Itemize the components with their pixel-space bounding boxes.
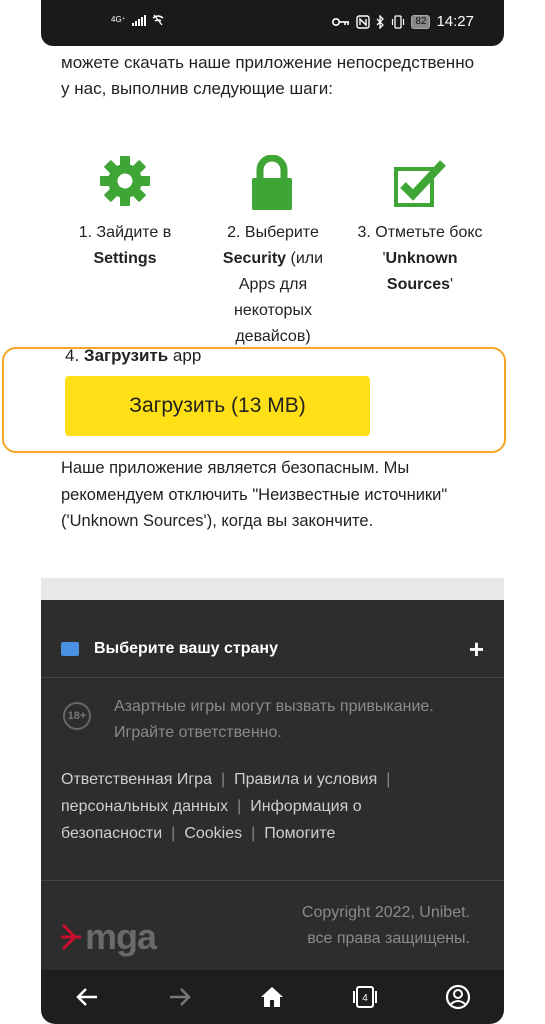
step-3: 3. Отметьте бокс 'Unknown Sources' bbox=[355, 220, 485, 298]
profile-button[interactable] bbox=[438, 977, 478, 1017]
step-2: 2. Выберите Security (или Apps для некот… bbox=[211, 220, 335, 350]
copyright: Copyright 2022, Unibet. все права защище… bbox=[302, 900, 470, 952]
home-button[interactable] bbox=[252, 977, 292, 1017]
tabs-count: 4 bbox=[362, 993, 368, 1004]
network-type: 4G⁺ bbox=[111, 15, 126, 24]
step-3-suffix: ' bbox=[450, 276, 454, 293]
signal-icon bbox=[131, 14, 146, 26]
step-2-prefix: 2. Выберите bbox=[227, 224, 319, 241]
country-label: Выберите вашу страну bbox=[94, 639, 278, 657]
intro-text: можете скачать наше приложение непосредс… bbox=[61, 53, 475, 98]
step-3-bold: Unknown Sources bbox=[385, 250, 458, 293]
status-left: 4G⁺ bbox=[111, 14, 164, 26]
bluetooth-icon bbox=[376, 14, 385, 29]
country-selector[interactable]: Выберите вашу страну + bbox=[41, 620, 504, 678]
step-1-prefix: 1. Зайдите в bbox=[78, 224, 172, 241]
arrow-right-icon bbox=[169, 988, 191, 1006]
wifi-off-icon bbox=[152, 14, 164, 26]
step-1-bold: Settings bbox=[93, 250, 157, 267]
mga-logo: mga bbox=[61, 916, 157, 958]
link-help[interactable]: Помогите bbox=[264, 825, 335, 842]
lock-icon bbox=[252, 155, 292, 210]
status-right: 82 14:27 bbox=[332, 13, 474, 30]
back-button[interactable] bbox=[67, 977, 107, 1017]
gear-icon bbox=[100, 156, 150, 206]
safety-text: Наше приложение является безопасным. Мы … bbox=[61, 459, 448, 530]
copyright-line: Copyright 2022, Unibet. bbox=[301, 904, 470, 921]
phone-screen: 4G⁺ 82 14:27 можете скачать наше приложе… bbox=[41, 0, 504, 1024]
mga-logo-text: mga bbox=[85, 916, 157, 957]
download-highlight-frame bbox=[2, 347, 506, 453]
footer-divider bbox=[41, 880, 504, 881]
install-steps: 1. Зайдите в Settings 2. Выберите Securi… bbox=[41, 155, 504, 345]
profile-icon bbox=[445, 984, 470, 1010]
nfc-icon bbox=[356, 14, 371, 29]
status-time: 14:27 bbox=[436, 13, 474, 30]
tabs-icon: 4 bbox=[353, 986, 378, 1008]
battery-icon: 82 bbox=[411, 14, 431, 29]
link-personal-data[interactable]: персональных данных bbox=[61, 798, 228, 815]
browser-nav-bar: 4 bbox=[41, 970, 504, 1024]
key-icon bbox=[332, 17, 350, 26]
step-2-bold: Security bbox=[222, 250, 287, 267]
step-1: 1. Зайдите в Settings bbox=[65, 220, 185, 272]
checkbox-icon bbox=[394, 160, 446, 207]
mga-arrow-icon bbox=[61, 924, 81, 950]
link-responsible-gaming[interactable]: Ответственная Игра bbox=[61, 771, 212, 788]
globe-icon bbox=[61, 641, 79, 656]
vibrate-icon bbox=[392, 14, 405, 29]
footer: Выберите вашу страну + 18+ Азартные игры… bbox=[41, 578, 504, 978]
age-warning-text: Азартные игры могут вызвать привыкание. … bbox=[114, 698, 434, 741]
tabs-button[interactable]: 4 bbox=[345, 977, 385, 1017]
footer-links: Ответственная Игра | Правила и условия | пе… bbox=[61, 771, 391, 842]
age-18-icon: 18+ bbox=[63, 702, 91, 730]
link-cookies[interactable]: Cookies bbox=[184, 825, 242, 842]
expand-plus-icon[interactable]: + bbox=[469, 634, 484, 665]
rights-line: все права защищены. bbox=[307, 930, 470, 947]
home-icon bbox=[261, 987, 284, 1007]
link-terms[interactable]: Правила и условия bbox=[234, 771, 377, 788]
status-bar: 4G⁺ 82 14:27 bbox=[41, 0, 504, 46]
arrow-left-icon bbox=[76, 988, 98, 1006]
forward-button[interactable] bbox=[160, 977, 200, 1017]
